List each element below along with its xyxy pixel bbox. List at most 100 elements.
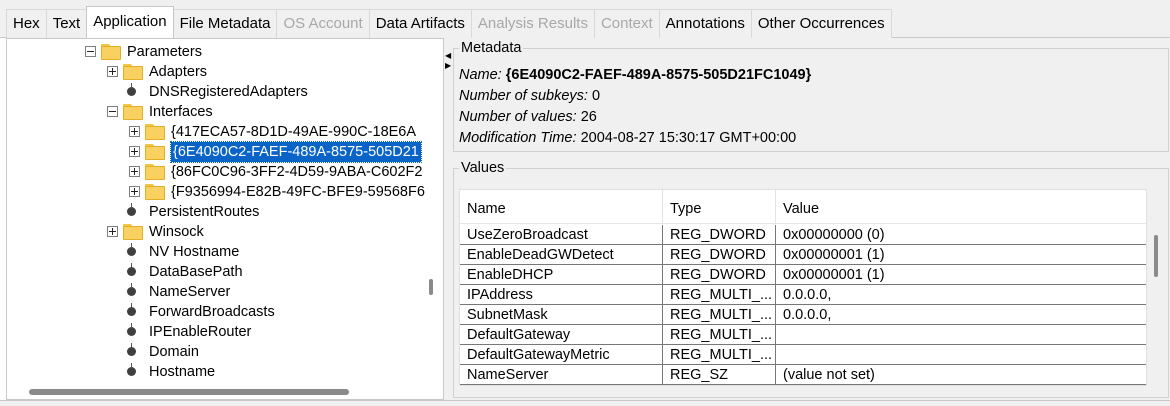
table-row[interactable]: DefaultGatewayMetric REG_MULTI_... bbox=[460, 345, 1146, 365]
column-header-name[interactable]: Name bbox=[460, 190, 663, 224]
value-data-cell: (value not set) bbox=[776, 365, 1146, 385]
tree-node-label[interactable]: Hostname bbox=[149, 362, 215, 382]
value-name-cell: DefaultGatewayMetric bbox=[460, 345, 663, 365]
values-count-line: Number of values: 26 bbox=[459, 107, 597, 127]
tree-node-label[interactable]: {F9356994-E82B-49FC-BFE9-59568F6 bbox=[171, 182, 425, 202]
tree-node[interactable]: Parameters bbox=[7, 42, 437, 62]
expand-plus-icon[interactable] bbox=[129, 126, 140, 137]
tab-other-occurrences[interactable]: Other Occurrences bbox=[750, 9, 892, 38]
table-row[interactable]: SubnetMask REG_MULTI_... 0.0.0.0, bbox=[460, 305, 1146, 325]
registry-value-icon bbox=[127, 363, 136, 376]
tree-node[interactable]: Adapters bbox=[7, 62, 437, 82]
tab-application[interactable]: Application bbox=[86, 6, 174, 38]
values-table: Name Type Value UseZeroBroadcast REG_DWOR… bbox=[459, 189, 1147, 386]
folder-icon bbox=[101, 44, 121, 60]
subkeys-line: Number of subkeys: 0 bbox=[459, 86, 600, 106]
registry-value-icon bbox=[127, 263, 136, 276]
value-type-cell: REG_DWORD bbox=[663, 265, 776, 285]
tree-node-label[interactable]: Domain bbox=[149, 342, 199, 362]
tree-node[interactable]: {6E4090C2-FAEF-489A-8575-505D21 bbox=[7, 141, 437, 163]
value-data-cell: 0.0.0.0, bbox=[776, 305, 1146, 325]
tree-node[interactable]: {86FC0C96-3FF2-4D59-9ABA-C602F2 bbox=[7, 162, 437, 182]
values-count-value: 26 bbox=[580, 109, 597, 125]
column-header-type[interactable]: Type bbox=[663, 190, 776, 224]
values-title: Values bbox=[459, 159, 507, 177]
tree-node[interactable]: PersistentRoutes bbox=[7, 202, 437, 222]
value-name-cell: Domain bbox=[460, 385, 663, 386]
tree-node[interactable]: Winsock bbox=[7, 222, 437, 242]
table-row[interactable]: NameServer REG_SZ (value not set) bbox=[460, 365, 1146, 385]
tree-node-label[interactable]: NameServer bbox=[149, 282, 230, 302]
tree-node-label[interactable]: ForwardBroadcasts bbox=[149, 302, 275, 322]
expand-right-arrow-icon[interactable]: ▶ bbox=[445, 62, 451, 70]
column-header-value[interactable]: Value bbox=[776, 190, 1146, 224]
tree-node-label[interactable]: IPEnableRouter bbox=[149, 322, 251, 342]
expand-plus-icon[interactable] bbox=[107, 66, 118, 77]
metadata-title: Metadata bbox=[459, 39, 524, 57]
tab-file-metadata[interactable]: File Metadata bbox=[172, 9, 278, 38]
tree-node[interactable]: IPEnableRouter bbox=[7, 322, 437, 342]
expand-plus-icon[interactable] bbox=[129, 166, 140, 177]
tab-context: Context bbox=[593, 9, 660, 38]
expand-plus-icon[interactable] bbox=[107, 226, 118, 237]
tab-text[interactable]: Text bbox=[45, 9, 88, 38]
value-type-cell: REG_MULTI_... bbox=[663, 325, 776, 345]
folder-icon bbox=[145, 184, 165, 200]
tree-node-label[interactable]: Adapters bbox=[149, 62, 207, 82]
value-name-cell: NameServer bbox=[460, 365, 663, 385]
values-vertical-scrollbar-thumb[interactable] bbox=[1154, 235, 1158, 277]
value-data-cell bbox=[776, 345, 1146, 365]
registry-details-pane: Metadata Name: {6E4090C2-FAEF-489A-8575-… bbox=[452, 38, 1170, 400]
expand-plus-icon[interactable] bbox=[129, 146, 140, 157]
table-row[interactable]: EnableDHCP REG_DWORD 0x00000001 (1) bbox=[460, 265, 1146, 285]
tree-node-label[interactable]: {417ECA57-8D1D-49AE-990C-18E6A bbox=[171, 122, 416, 142]
value-type-cell: REG_DWORD bbox=[663, 245, 776, 265]
table-row[interactable]: UseZeroBroadcast REG_DWORD 0x00000000 (0) bbox=[460, 225, 1146, 245]
modification-time-line: Modification Time: 2004-08-27 15:30:17 G… bbox=[459, 128, 796, 148]
key-name-line: Name: {6E4090C2-FAEF-489A-8575-505D21FC1… bbox=[459, 65, 811, 85]
value-name-cell: UseZeroBroadcast bbox=[460, 225, 663, 245]
tree-node[interactable]: Interfaces bbox=[7, 102, 437, 122]
tree-node-label[interactable]: Interfaces bbox=[149, 102, 213, 122]
subkeys-label: Number of subkeys: bbox=[459, 88, 588, 104]
tree-node[interactable]: Domain bbox=[7, 342, 437, 362]
horizontal-scrollbar-thumb[interactable] bbox=[29, 389, 349, 395]
tree-node[interactable]: DataBasePath bbox=[7, 262, 437, 282]
tree-node[interactable]: NameServer bbox=[7, 282, 437, 302]
collapse-minus-icon[interactable] bbox=[85, 46, 96, 57]
collapse-left-arrow-icon[interactable]: ◀ bbox=[445, 52, 451, 60]
table-row[interactable]: DomainREG_SZ(value not set) bbox=[460, 385, 1147, 386]
table-row[interactable]: IPAddress REG_MULTI_... 0.0.0.0, bbox=[460, 285, 1146, 305]
tab-data-artifacts[interactable]: Data Artifacts bbox=[368, 9, 472, 38]
tree-node-label[interactable]: Parameters bbox=[127, 42, 202, 62]
tree-node-label[interactable]: {6E4090C2-FAEF-489A-8575-505D21 bbox=[170, 141, 422, 163]
vertical-scrollbar-thumb[interactable] bbox=[429, 279, 433, 295]
tree-node[interactable]: NV Hostname bbox=[7, 242, 437, 262]
tree-node[interactable]: DNSRegisteredAdapters bbox=[7, 82, 437, 102]
tree-node[interactable]: ForwardBroadcasts bbox=[7, 302, 437, 322]
tree-node-label[interactable]: {86FC0C96-3FF2-4D59-9ABA-C602F2 bbox=[171, 162, 422, 182]
expand-plus-icon[interactable] bbox=[129, 186, 140, 197]
tree-node-label[interactable]: DNSRegisteredAdapters bbox=[149, 82, 308, 102]
tree-node-label[interactable]: NV Hostname bbox=[149, 242, 239, 262]
collapse-minus-icon[interactable] bbox=[107, 106, 118, 117]
tabs: Hex Text Application File Metadata OS Accoun… bbox=[6, 6, 892, 38]
tree-node[interactable]: Hostname bbox=[7, 362, 437, 382]
horizontal-scrollbar[interactable] bbox=[7, 383, 443, 399]
registry-value-icon bbox=[127, 303, 136, 316]
pane-splitter[interactable]: ◀ ▶ bbox=[444, 38, 452, 400]
tree-node-label[interactable]: Winsock bbox=[149, 222, 204, 242]
tab-annotations[interactable]: Annotations bbox=[658, 9, 752, 38]
tree-node-label[interactable]: PersistentRoutes bbox=[149, 202, 259, 222]
tab-hex[interactable]: Hex bbox=[6, 9, 47, 38]
value-data-cell: 0x00000001 (1) bbox=[776, 265, 1146, 285]
tree-node[interactable]: {F9356994-E82B-49FC-BFE9-59568F6 bbox=[7, 182, 437, 202]
tree-node-label[interactable]: DataBasePath bbox=[149, 262, 243, 282]
folder-icon bbox=[145, 164, 165, 180]
value-type-cell: REG_MULTI_... bbox=[663, 345, 776, 365]
table-row[interactable]: EnableDeadGWDetect REG_DWORD 0x00000001 (1… bbox=[460, 245, 1146, 265]
table-row[interactable]: DefaultGateway REG_MULTI_... bbox=[460, 325, 1146, 345]
value-type-cell: REG_SZ bbox=[663, 385, 776, 386]
tree-node[interactable]: {417ECA57-8D1D-49AE-990C-18E6A bbox=[7, 122, 437, 142]
subkeys-value: 0 bbox=[591, 88, 601, 104]
